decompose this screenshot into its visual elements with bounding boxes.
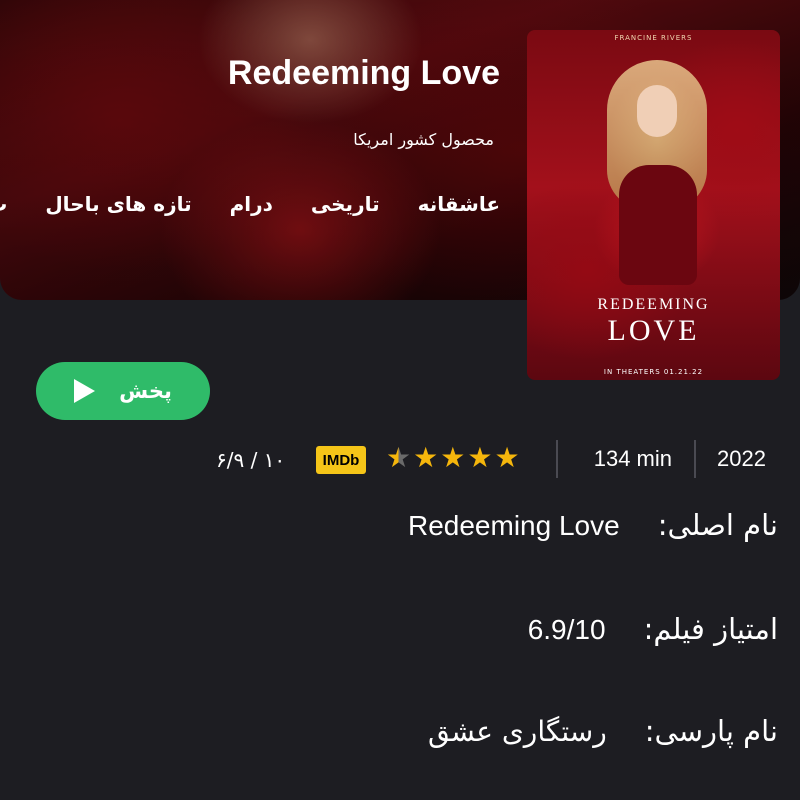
runtime: 134 min — [593, 446, 672, 471]
film-rating-row: امتیاز فیلم: 6.9/10 — [528, 612, 778, 646]
genre-list: عاشقانه تاریخی درام تازه های باحال پ — [0, 192, 500, 216]
divider — [556, 440, 558, 478]
star-half-icon: ★ — [386, 441, 412, 474]
star-icon: ★ — [413, 441, 439, 474]
play-icon — [74, 379, 96, 403]
genre-tag-more[interactable]: پ — [0, 192, 7, 216]
star-icon: ★ — [467, 441, 493, 474]
divider — [694, 440, 696, 478]
star-icon: ★ — [440, 441, 466, 474]
star-icon: ★ — [494, 441, 520, 474]
persian-name-label: نام پارسی: — [644, 714, 778, 748]
persian-name-value: رستگاری عشق — [427, 715, 607, 748]
play-button-label: پخش — [119, 379, 172, 403]
release-year: 2022 — [717, 446, 766, 471]
imdb-logo-icon: IMDb — [316, 446, 366, 474]
film-rating-value: 6.9/10 — [527, 614, 606, 645]
poster-title-line2: LOVE — [607, 314, 700, 347]
poster-title-line1: REDEEMING — [597, 296, 710, 313]
persian-name-row: نام پارسی: رستگاری عشق — [428, 714, 778, 748]
genre-tag-new[interactable]: تازه های باحال — [45, 192, 191, 216]
genre-tag-drama[interactable]: درام — [230, 192, 273, 216]
poster-figure-dress — [619, 165, 697, 285]
original-name-row: نام اصلی: Redeeming Love — [408, 508, 778, 542]
country-label: محصول کشور امریکا — [353, 130, 494, 149]
original-name-value: Redeeming Love — [407, 510, 620, 541]
poster-credit: FRANCINE RIVERS — [614, 34, 693, 42]
play-button[interactable]: پخش — [36, 362, 210, 420]
genre-tag-romance[interactable]: عاشقانه — [418, 192, 500, 216]
poster-figure-face — [637, 85, 677, 137]
movie-poster[interactable]: FRANCINE RIVERS REDEEMING LOVE IN THEATE… — [527, 30, 780, 380]
genre-tag-historical[interactable]: تاریخی — [311, 192, 380, 216]
poster-release-date: IN THEATERS 01.21.22 — [603, 368, 704, 376]
original-name-label: نام اصلی: — [657, 508, 778, 542]
movie-title: Redeeming Love — [227, 54, 500, 92]
film-rating-label: امتیاز فیلم: — [643, 612, 778, 646]
imdb-score: ۱۰ / ۶/۹ — [216, 448, 286, 472]
star-rating: ★ ★ ★ ★ ★ — [386, 442, 520, 474]
